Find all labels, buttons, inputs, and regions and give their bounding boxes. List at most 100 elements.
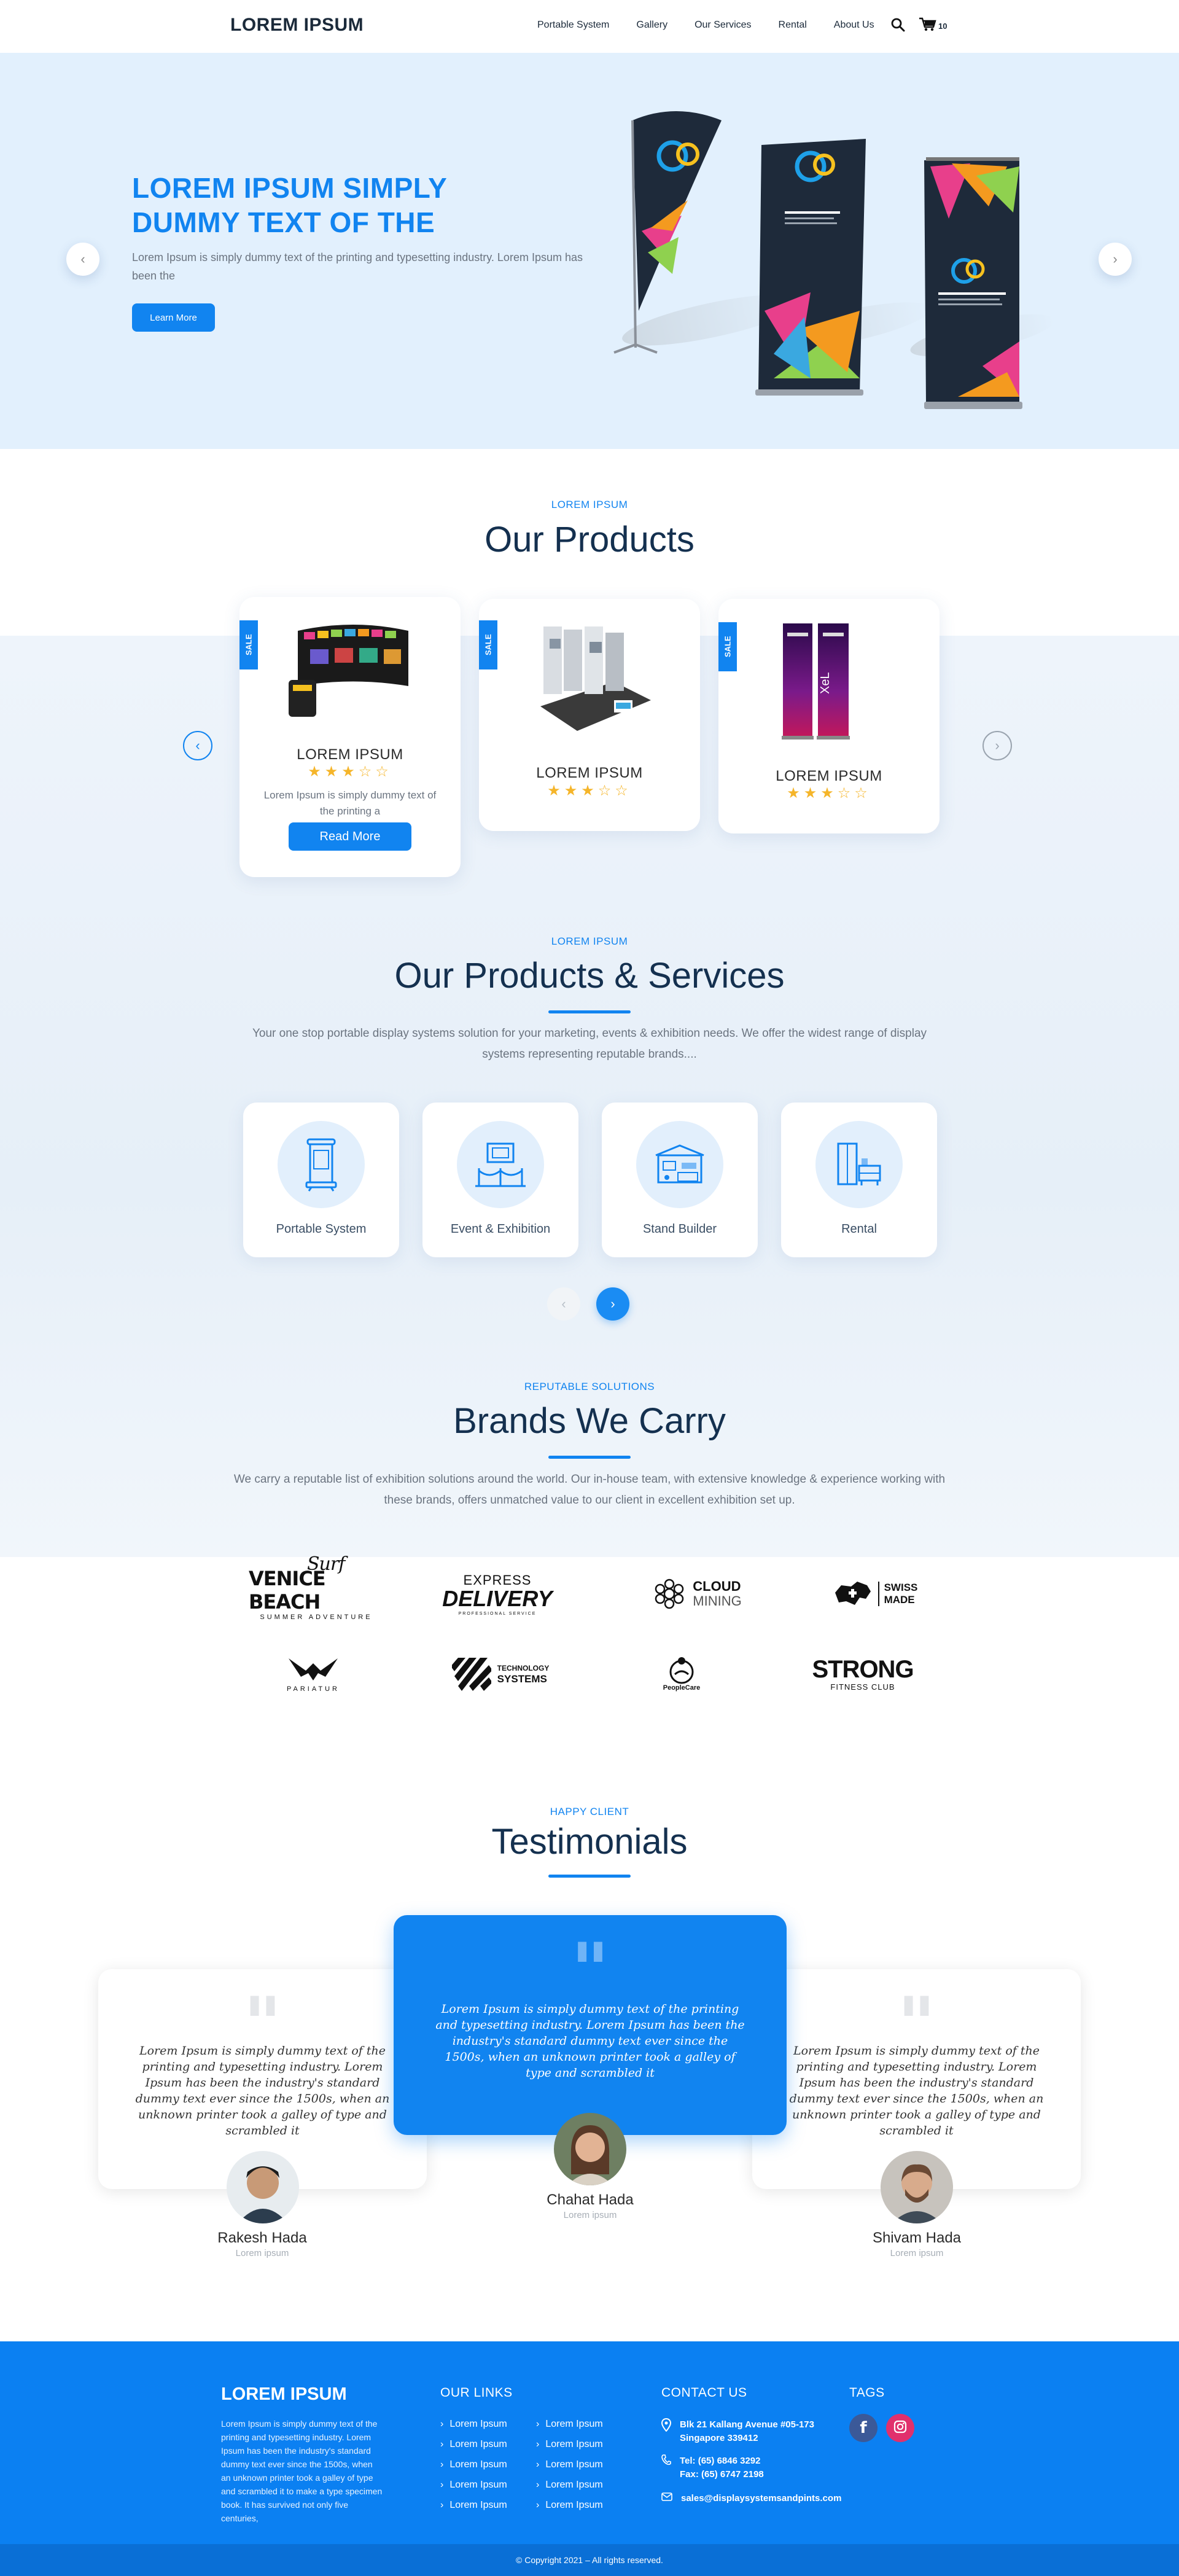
footer-link[interactable]: › Lorem Ipsum	[536, 2439, 603, 2450]
nav-item-our-services[interactable]: Our Services	[695, 20, 751, 31]
chevron-right-icon: ›	[536, 2419, 540, 2429]
footer-address: Blk 21 Kallang Avenue #05-173 Singapore …	[661, 2418, 814, 2445]
testimonial-role: Lorem ipsum	[890, 2248, 944, 2258]
brand-logo-peoplecare[interactable]: PeopleCare	[657, 1652, 706, 1695]
product-rating: ★★★☆☆	[547, 783, 632, 799]
footer-link-label: Lorem Ipsum	[449, 2459, 507, 2470]
avatar	[227, 2151, 299, 2223]
brand-logo-technology-systems[interactable]: TECHNOLOGY SYSTEMS	[442, 1652, 559, 1695]
site-logo[interactable]: LOREM IPSUM	[230, 15, 364, 36]
product-name: LOREM IPSUM	[297, 746, 403, 763]
testimonial-name: Chahat Hada	[547, 2192, 634, 2208]
brands-description: We carry a reputable list of exhibition …	[233, 1473, 946, 1507]
chevron-right-icon: ›	[536, 2459, 540, 2470]
chevron-right-icon: ›	[536, 2500, 540, 2510]
address-line-1: Blk 21 Kallang Avenue #05-173	[680, 2419, 814, 2430]
brand-logo-cloud-mining[interactable]: CLOUD MINING	[636, 1572, 758, 1615]
service-card-stand-builder[interactable]: Stand Builder	[602, 1103, 758, 1257]
brand-logo-sub: MADE	[884, 1594, 915, 1606]
footer-link-label: Lorem Ipsum	[545, 2439, 603, 2449]
footer-phone: Tel: (65) 6846 3292 Fax: (65) 6747 2198	[661, 2454, 764, 2481]
stand-builder-icon	[655, 1144, 704, 1184]
service-card-portable-system[interactable]: Portable System	[243, 1103, 399, 1257]
eagle-icon	[289, 1658, 338, 1680]
chevron-right-icon: ›	[440, 2500, 444, 2510]
event-exhibition-icon	[475, 1142, 526, 1187]
product-rating: ★★★☆☆	[308, 763, 392, 780]
footer-link[interactable]: › Lorem Ipsum	[440, 2480, 507, 2491]
chevron-left-icon: ‹	[80, 251, 85, 267]
chevron-right-icon: ›	[440, 2419, 444, 2429]
facebook-button[interactable]: f	[849, 2414, 877, 2442]
brand-logo-text: CLOUD	[693, 1579, 741, 1594]
tel-number[interactable]: Tel: (65) 6846 3292	[680, 2454, 764, 2468]
products-prev-arrow[interactable]: ‹	[183, 731, 212, 760]
footer-link-label: Lorem Ipsum	[545, 2419, 603, 2429]
footer-link-label: Lorem Ipsum	[449, 2419, 507, 2429]
services-prev-button[interactable]: ‹	[547, 1287, 580, 1321]
nav-item-gallery[interactable]: Gallery	[636, 20, 667, 31]
banner-stands-illustration	[613, 111, 1055, 409]
footer-link[interactable]: › Lorem Ipsum	[440, 2500, 507, 2511]
read-more-button[interactable]: Read More	[289, 822, 411, 851]
hero-prev-arrow[interactable]: ‹	[66, 243, 99, 276]
footer-link[interactable]: › Lorem Ipsum	[440, 2439, 507, 2450]
brand-logo-express-delivery[interactable]: EXPRESS DELIVERY PROFESSIONAL SERVICE	[439, 1569, 556, 1618]
product-card[interactable]: SALE LOREM IPSUM ★★★☆☆	[479, 599, 700, 831]
footer-link[interactable]: › Lorem Ipsum	[440, 2459, 507, 2470]
brand-logos-strip	[0, 1557, 1179, 1754]
footer-link[interactable]: › Lorem Ipsum	[536, 2419, 603, 2430]
brand-logo-strong-fitness[interactable]: STRONG FITNESS CLUB	[807, 1652, 918, 1695]
search-icon[interactable]	[890, 17, 905, 35]
chevron-right-icon: ›	[610, 1296, 615, 1311]
footer-logo[interactable]: LOREM IPSUM	[221, 2384, 347, 2405]
nav-item-about-us[interactable]: About Us	[834, 20, 874, 31]
instagram-button[interactable]	[886, 2414, 914, 2442]
brand-logo-venice-beach[interactable]: VENICE BEACH Surf SUMMER ADVENTURE	[249, 1553, 384, 1621]
footer-link[interactable]: › Lorem Ipsum	[536, 2500, 603, 2511]
svg-text:XeL: XeL	[819, 672, 832, 694]
learn-more-button[interactable]: Learn More	[132, 303, 215, 332]
services-description: Your one stop portable display systems s…	[252, 1027, 927, 1061]
service-card-event-exhibition[interactable]: Event & Exhibition	[422, 1103, 578, 1257]
brand-logo-text: PARIATUR	[287, 1685, 340, 1693]
services-next-button[interactable]: ›	[596, 1287, 629, 1321]
chevron-right-icon: ›	[1113, 251, 1118, 267]
nav-item-rental[interactable]: Rental	[779, 20, 807, 31]
service-card-rental[interactable]: Rental	[781, 1103, 937, 1257]
footer-link[interactable]: › Lorem Ipsum	[536, 2459, 603, 2470]
brands-eyebrow: REPUTABLE SOLUTIONS	[524, 1381, 655, 1392]
footer-tags-heading: TAGS	[849, 2386, 885, 2400]
cart-button[interactable]: 10	[919, 17, 947, 35]
chevron-right-icon: ›	[440, 2480, 444, 2490]
testimonial-card-active: " Lorem Ipsum is simply dummy text of th…	[394, 1915, 787, 2135]
hero-next-arrow[interactable]: ›	[1099, 243, 1132, 276]
product-card[interactable]: SALE XeL LOREM IPSUM ★★★☆☆	[718, 599, 940, 833]
title-underline	[548, 1010, 631, 1013]
footer-link-label: Lorem Ipsum	[545, 2480, 603, 2490]
copyright-bar: © Copyright 2021 – All rights reserved.	[0, 2544, 1179, 2576]
footer-email[interactable]: sales@displaysystemsandpints.com	[661, 2492, 841, 2505]
product-description: Lorem Ipsum is simply dummy text of the …	[263, 789, 437, 817]
header-icons: 10	[890, 17, 947, 35]
brand-logo-swiss-made[interactable]: SWISS MADE	[826, 1572, 924, 1615]
brand-logo-sub: SUMMER ADVENTURE	[260, 1614, 373, 1621]
footer-link-label: Lorem Ipsum	[449, 2439, 507, 2449]
product-card[interactable]: SALE LOREM IPSUM ★★★☆☆ Lorem Ipsum is si…	[239, 597, 461, 877]
footer-link[interactable]: › Lorem Ipsum	[440, 2419, 507, 2430]
brand-logo-sub: FITNESS CLUB	[830, 1682, 895, 1692]
footer-about: Lorem Ipsum is simply dummy text of the …	[221, 2419, 383, 2523]
brand-logo-sub: MINING	[693, 1593, 742, 1609]
product-image-exhibition-booth	[540, 626, 651, 731]
products-next-arrow[interactable]: ›	[982, 731, 1012, 760]
brand-logo-pariatur[interactable]: PARIATUR	[270, 1649, 356, 1698]
switzerland-map-icon	[835, 1582, 871, 1605]
brand-logo-text: PeopleCare	[663, 1684, 701, 1692]
chevron-left-icon: ‹	[195, 738, 200, 753]
footer-link[interactable]: › Lorem Ipsum	[536, 2480, 603, 2491]
service-label: Portable System	[276, 1222, 367, 1236]
testimonial-name: Rakesh Hada	[217, 2230, 307, 2246]
fax-number: Fax: (65) 6747 2198	[680, 2469, 764, 2480]
nav-item-portable-system[interactable]: Portable System	[537, 20, 609, 31]
chevron-left-icon: ‹	[561, 1296, 566, 1311]
